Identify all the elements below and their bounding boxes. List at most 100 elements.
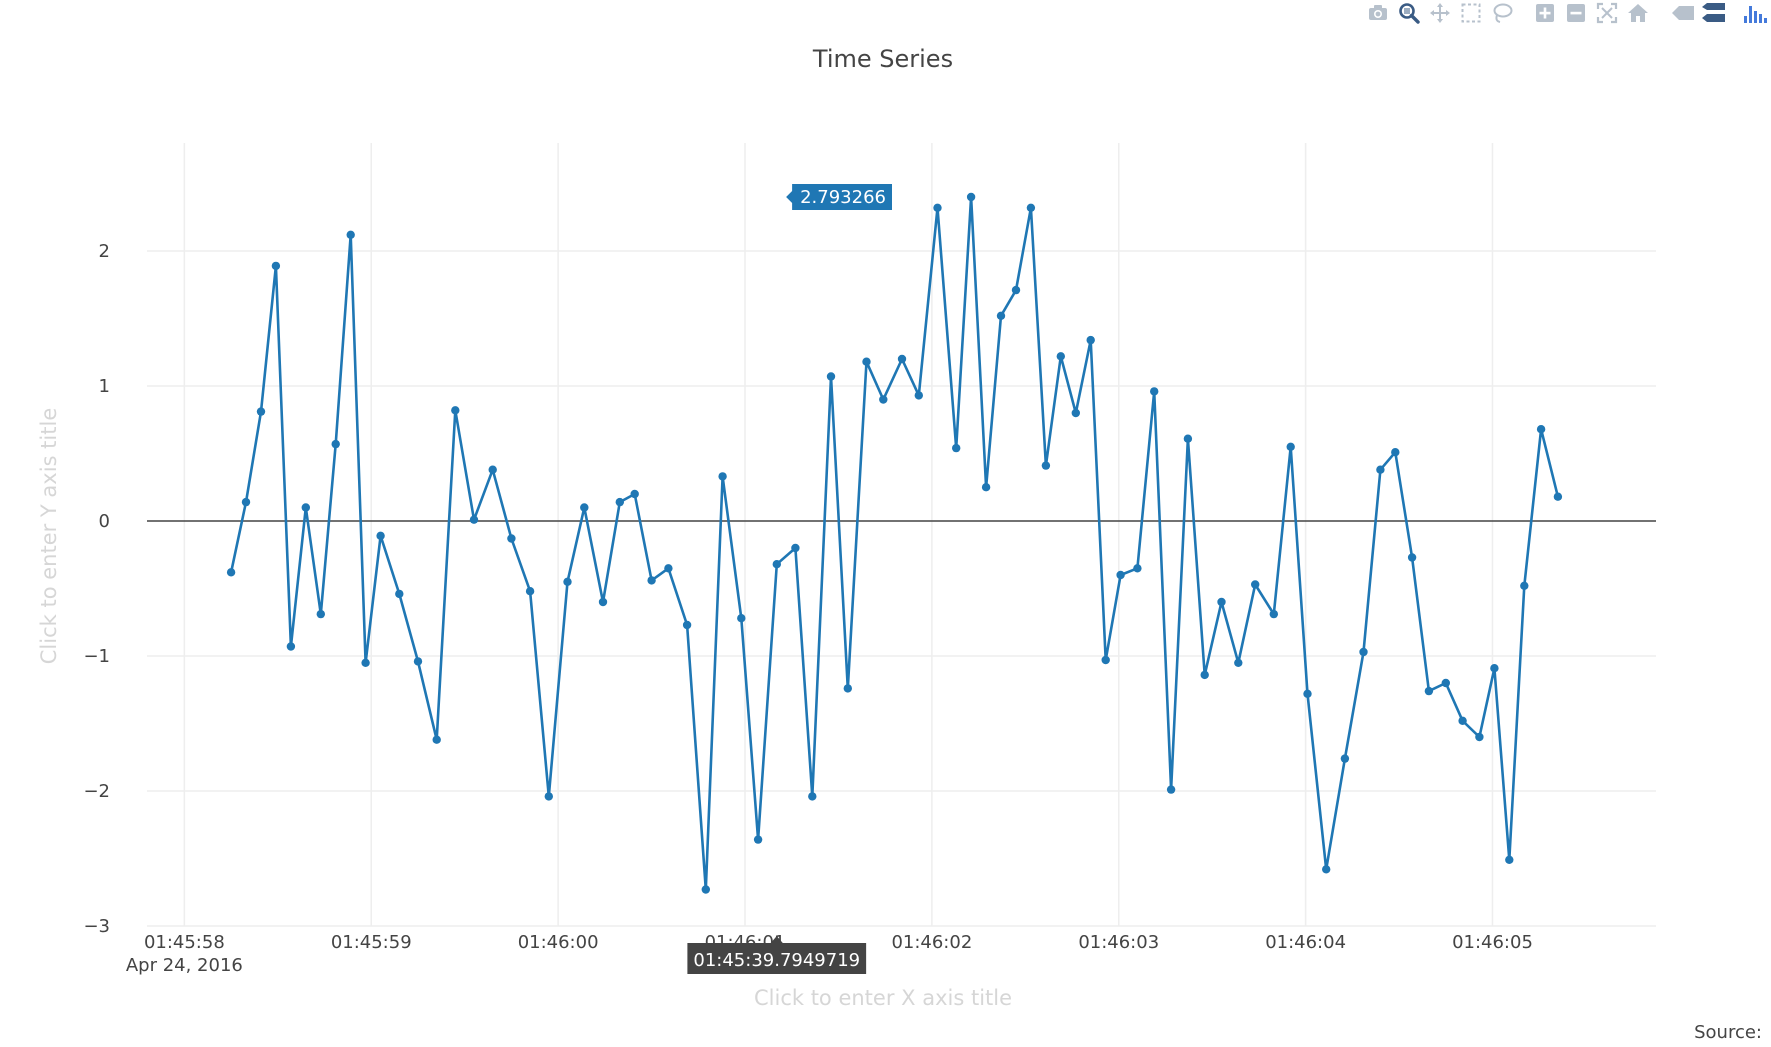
data-point[interactable]: [1376, 465, 1385, 474]
data-point[interactable]: [316, 609, 325, 619]
data-point[interactable]: [1340, 754, 1350, 763]
x-tick-label: 01:46:02: [891, 932, 972, 953]
data-point[interactable]: [1322, 865, 1331, 874]
data-point[interactable]: [544, 792, 553, 801]
data-point[interactable]: [1536, 425, 1546, 434]
data-point[interactable]: [981, 483, 991, 492]
data-point[interactable]: [1359, 647, 1368, 657]
data-point[interactable]: [241, 497, 251, 507]
data-point[interactable]: [615, 497, 624, 507]
data-point[interactable]: [966, 192, 976, 202]
data-point[interactable]: [1086, 335, 1095, 345]
data-point[interactable]: [331, 439, 340, 449]
x-axis-title-placeholder[interactable]: Click to enter X axis title: [754, 986, 1012, 1010]
data-point[interactable]: [718, 472, 727, 481]
source-label[interactable]: Source:: [1694, 1022, 1762, 1043]
data-point[interactable]: [753, 835, 763, 844]
data-point[interactable]: [395, 589, 404, 599]
x-tick-label: 01:46:05: [1452, 932, 1533, 953]
data-point[interactable]: [1458, 716, 1467, 725]
data-point[interactable]: [507, 534, 516, 543]
data-point[interactable]: [598, 597, 608, 607]
series-layer[interactable]: [226, 192, 1563, 894]
data-point[interactable]: [1071, 408, 1081, 418]
y-axis-title-placeholder[interactable]: Click to enter Y axis title: [37, 408, 61, 664]
data-point[interactable]: [1286, 442, 1295, 451]
data-point[interactable]: [1041, 461, 1051, 470]
hover-y-label: 2.793266: [786, 184, 892, 210]
data-point[interactable]: [1056, 352, 1066, 361]
data-point[interactable]: [1183, 434, 1193, 443]
data-point[interactable]: [226, 568, 236, 577]
data-point[interactable]: [1441, 678, 1451, 688]
data-point[interactable]: [1269, 609, 1279, 619]
data-point[interactable]: [1475, 732, 1484, 742]
data-point[interactable]: [808, 792, 817, 801]
data-point[interactable]: [1251, 580, 1260, 589]
data-point[interactable]: [1133, 564, 1142, 573]
data-point[interactable]: [701, 885, 710, 894]
data-point[interactable]: [914, 391, 923, 400]
y-tick-label: −1: [83, 646, 110, 667]
data-point[interactable]: [413, 657, 423, 666]
data-point[interactable]: [469, 515, 479, 524]
data-point[interactable]: [933, 203, 942, 212]
data-point[interactable]: [1217, 597, 1226, 607]
x-tick-label: 01:45:59: [331, 932, 412, 953]
data-point[interactable]: [826, 372, 836, 381]
data-point[interactable]: [664, 564, 673, 573]
data-point[interactable]: [271, 261, 281, 271]
data-point[interactable]: [1150, 387, 1159, 396]
data-point[interactable]: [1101, 655, 1110, 665]
data-point[interactable]: [879, 395, 888, 404]
data-point[interactable]: [432, 735, 441, 744]
data-point[interactable]: [1200, 670, 1209, 680]
data-point[interactable]: [1391, 448, 1400, 457]
data-point[interactable]: [1026, 203, 1036, 212]
data-point[interactable]: [580, 503, 589, 512]
data-point[interactable]: [862, 357, 871, 366]
data-point[interactable]: [996, 311, 1006, 320]
data-point[interactable]: [1505, 855, 1514, 864]
data-point[interactable]: [843, 684, 852, 693]
chart-title: Time Series: [812, 45, 953, 73]
data-point[interactable]: [1011, 285, 1021, 295]
data-point[interactable]: [1116, 570, 1125, 580]
data-point[interactable]: [488, 465, 497, 474]
data-point[interactable]: [630, 489, 639, 499]
data-point[interactable]: [301, 503, 310, 512]
x-tick-sublabel: Apr 24, 2016: [126, 955, 243, 976]
data-point[interactable]: [361, 658, 370, 667]
series-line[interactable]: [229, 195, 1560, 891]
data-point[interactable]: [376, 531, 385, 540]
data-point[interactable]: [737, 614, 746, 623]
data-point[interactable]: [791, 543, 800, 553]
y-tick-label: 2: [99, 241, 110, 262]
x-tick-label: 01:46:03: [1078, 932, 1159, 953]
data-point[interactable]: [563, 577, 572, 586]
data-point[interactable]: [682, 620, 692, 630]
chart: 2 1 0 −1 −2 −3 01:45:58Apr 24, 2016 01:45:59 01:…: [37, 45, 1762, 1043]
data-point[interactable]: [647, 576, 656, 585]
data-point[interactable]: [1424, 686, 1434, 696]
y-tick-label: 0: [99, 511, 110, 532]
data-point[interactable]: [1407, 553, 1417, 562]
data-point[interactable]: [1166, 785, 1176, 794]
data-point[interactable]: [1520, 581, 1529, 590]
hover-y-value: 2.793266: [800, 187, 886, 208]
data-point[interactable]: [525, 587, 535, 596]
data-point[interactable]: [772, 560, 781, 569]
data-point[interactable]: [451, 406, 460, 415]
data-point[interactable]: [952, 443, 961, 453]
x-tick-label: 01:45:58: [144, 932, 225, 953]
data-point[interactable]: [256, 407, 266, 416]
data-point[interactable]: [346, 230, 355, 239]
data-point[interactable]: [286, 642, 296, 651]
data-point[interactable]: [897, 354, 907, 364]
data-point[interactable]: [1303, 689, 1312, 698]
y-tick-label: −3: [83, 916, 110, 937]
data-point[interactable]: [1490, 664, 1499, 673]
data-point[interactable]: [1553, 492, 1563, 501]
data-point[interactable]: [1234, 658, 1243, 667]
grid-lines: [147, 143, 1656, 927]
